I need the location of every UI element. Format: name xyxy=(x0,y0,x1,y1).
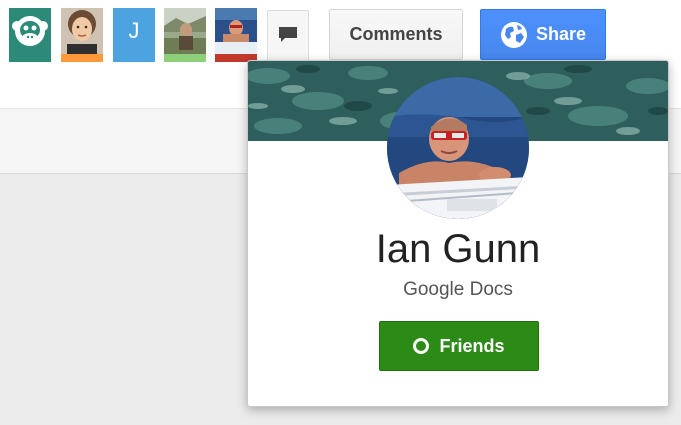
anonymous-animal-icon xyxy=(9,8,51,54)
collaborator-avatar-anonymous[interactable] xyxy=(9,8,51,62)
share-label: Share xyxy=(535,24,587,44)
chat-bubble-icon xyxy=(279,27,297,42)
user-photo-avatar xyxy=(215,8,257,54)
presence-bar xyxy=(113,54,155,62)
profile-name: Ian Gunn xyxy=(375,227,541,271)
collaborator-avatar-ian[interactable] xyxy=(215,8,257,62)
collaborator-avatar-woman[interactable] xyxy=(61,8,103,62)
collaborator-avatar-outdoor[interactable] xyxy=(164,8,206,62)
user-photo-avatar xyxy=(61,8,103,54)
collaborator-avatar-j[interactable]: J xyxy=(113,8,155,62)
circle-ring-icon xyxy=(413,338,430,354)
user-photo-avatar xyxy=(164,8,206,54)
profile-hovercard: Ian Gunn Google Docs Friends xyxy=(247,60,669,407)
share-button[interactable]: Share xyxy=(480,9,606,60)
presence-bar xyxy=(164,54,206,62)
avatar-initial: J xyxy=(128,18,140,43)
initial-avatar: J xyxy=(113,8,155,54)
friends-circle-button[interactable]: Friends xyxy=(379,321,539,371)
comments-button[interactable]: Comments xyxy=(329,9,463,60)
presence-bar xyxy=(9,54,51,62)
presence-bar xyxy=(61,54,103,62)
chat-button[interactable] xyxy=(267,10,309,62)
profile-source: Google Docs xyxy=(403,279,513,300)
profile-photo[interactable] xyxy=(387,77,529,219)
friends-label: Friends xyxy=(439,335,505,356)
globe-icon xyxy=(500,21,527,48)
